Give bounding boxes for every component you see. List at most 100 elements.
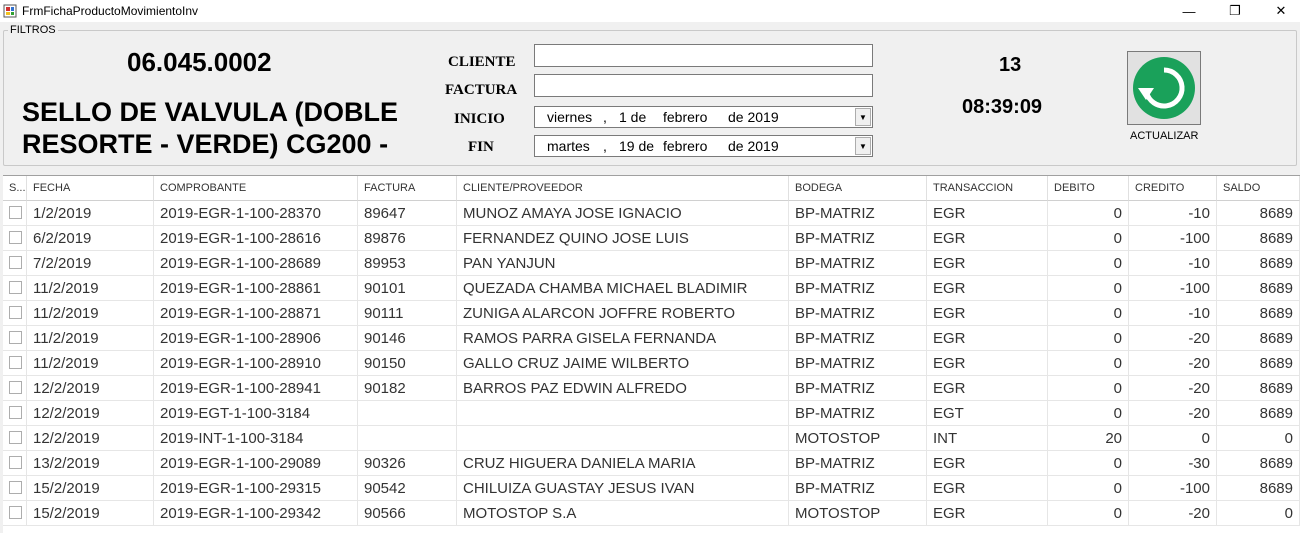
cell-factura[interactable]: [358, 426, 457, 451]
table-row[interactable]: 11/2/2019 2019-EGR-1-100-28861 90101 QUEZAD…: [3, 276, 1300, 301]
row-select-cell[interactable]: [3, 251, 27, 276]
table-row[interactable]: 15/2/2019 2019-EGR-1-100-29315 90542 CHILUI…: [3, 476, 1300, 501]
header-select[interactable]: S...: [3, 176, 27, 201]
row-checkbox[interactable]: [9, 481, 22, 494]
chevron-down-icon[interactable]: ▼: [855, 108, 871, 126]
cell-bodega[interactable]: BP-MATRIZ: [789, 476, 927, 501]
cell-transaccion[interactable]: EGR: [927, 226, 1048, 251]
row-checkbox[interactable]: [9, 231, 22, 244]
cell-fecha[interactable]: 11/2/2019: [27, 276, 154, 301]
cell-bodega[interactable]: MOTOSTOP: [789, 501, 927, 526]
cell-debito[interactable]: 0: [1048, 301, 1129, 326]
cell-bodega[interactable]: BP-MATRIZ: [789, 326, 927, 351]
cell-cliente[interactable]: PAN YANJUN: [457, 251, 789, 276]
header-bodega[interactable]: BODEGA: [789, 176, 927, 201]
row-checkbox[interactable]: [9, 506, 22, 519]
chevron-down-icon[interactable]: ▼: [855, 137, 871, 155]
cell-debito[interactable]: 0: [1048, 201, 1129, 226]
cell-credito[interactable]: -30: [1129, 451, 1217, 476]
cell-fecha[interactable]: 1/2/2019: [27, 201, 154, 226]
row-checkbox[interactable]: [9, 381, 22, 394]
cell-fecha[interactable]: 12/2/2019: [27, 426, 154, 451]
cell-fecha[interactable]: 12/2/2019: [27, 376, 154, 401]
cell-credito[interactable]: -10: [1129, 301, 1217, 326]
header-fecha[interactable]: FECHA: [27, 176, 154, 201]
table-row[interactable]: 6/2/2019 2019-EGR-1-100-28616 89876 FERNAND…: [3, 226, 1300, 251]
table-row[interactable]: 12/2/2019 2019-EGT-1-100-3184 BP-MATRIZ EGT…: [3, 401, 1300, 426]
minimize-button[interactable]: —: [1166, 0, 1212, 22]
row-select-cell[interactable]: [3, 501, 27, 526]
row-select-cell[interactable]: [3, 451, 27, 476]
cell-saldo[interactable]: 8689: [1217, 251, 1300, 276]
cell-transaccion[interactable]: EGR: [927, 376, 1048, 401]
cell-comprobante[interactable]: 2019-EGR-1-100-28370: [154, 201, 358, 226]
cell-debito[interactable]: 0: [1048, 401, 1129, 426]
cell-transaccion[interactable]: EGR: [927, 201, 1048, 226]
row-select-cell[interactable]: [3, 376, 27, 401]
cell-comprobante[interactable]: 2019-EGR-1-100-28941: [154, 376, 358, 401]
factura-input[interactable]: [534, 74, 873, 97]
cell-fecha[interactable]: 15/2/2019: [27, 501, 154, 526]
row-select-cell[interactable]: [3, 351, 27, 376]
cell-fecha[interactable]: 11/2/2019: [27, 326, 154, 351]
cell-debito[interactable]: 0: [1048, 476, 1129, 501]
row-select-cell[interactable]: [3, 301, 27, 326]
table-row[interactable]: 7/2/2019 2019-EGR-1-100-28689 89953 PAN YAN…: [3, 251, 1300, 276]
table-row[interactable]: 11/2/2019 2019-EGR-1-100-28910 90150 GALLO …: [3, 351, 1300, 376]
movements-grid[interactable]: S... FECHA COMPROBANTE FACTURA CLIENTE/P…: [3, 175, 1300, 533]
cell-debito[interactable]: 0: [1048, 226, 1129, 251]
row-checkbox[interactable]: [9, 281, 22, 294]
cell-credito[interactable]: -10: [1129, 201, 1217, 226]
cell-factura[interactable]: 90150: [358, 351, 457, 376]
cell-credito[interactable]: -20: [1129, 326, 1217, 351]
fin-date-picker[interactable]: martes , 19 de febrero de 2019 ▼: [534, 135, 873, 157]
cell-fecha[interactable]: 6/2/2019: [27, 226, 154, 251]
cell-factura[interactable]: 90101: [358, 276, 457, 301]
cell-comprobante[interactable]: 2019-EGR-1-100-28689: [154, 251, 358, 276]
cell-saldo[interactable]: 8689: [1217, 201, 1300, 226]
cell-cliente[interactable]: [457, 426, 789, 451]
row-select-cell[interactable]: [3, 276, 27, 301]
cell-debito[interactable]: 20: [1048, 426, 1129, 451]
cell-cliente[interactable]: QUEZADA CHAMBA MICHAEL BLADIMIR: [457, 276, 789, 301]
cell-credito[interactable]: -20: [1129, 376, 1217, 401]
cell-saldo[interactable]: 8689: [1217, 351, 1300, 376]
header-factura[interactable]: FACTURA: [358, 176, 457, 201]
cell-cliente[interactable]: FERNANDEZ QUINO JOSE LUIS: [457, 226, 789, 251]
table-row[interactable]: 13/2/2019 2019-EGR-1-100-29089 90326 CRUZ H…: [3, 451, 1300, 476]
cell-saldo[interactable]: 8689: [1217, 226, 1300, 251]
cell-bodega[interactable]: BP-MATRIZ: [789, 401, 927, 426]
cell-comprobante[interactable]: 2019-EGR-1-100-29342: [154, 501, 358, 526]
cell-factura[interactable]: 89953: [358, 251, 457, 276]
cliente-input[interactable]: [534, 44, 873, 67]
table-row[interactable]: 12/2/2019 2019-EGR-1-100-28941 90182 BARROS…: [3, 376, 1300, 401]
cell-factura[interactable]: 89876: [358, 226, 457, 251]
row-select-cell[interactable]: [3, 201, 27, 226]
cell-credito[interactable]: -20: [1129, 351, 1217, 376]
cell-bodega[interactable]: BP-MATRIZ: [789, 301, 927, 326]
cell-bodega[interactable]: BP-MATRIZ: [789, 226, 927, 251]
header-credito[interactable]: CREDITO: [1129, 176, 1217, 201]
cell-cliente[interactable]: CHILUIZA GUASTAY JESUS IVAN: [457, 476, 789, 501]
cell-bodega[interactable]: BP-MATRIZ: [789, 351, 927, 376]
row-checkbox[interactable]: [9, 406, 22, 419]
cell-debito[interactable]: 0: [1048, 326, 1129, 351]
maximize-button[interactable]: ❐: [1212, 0, 1258, 22]
cell-credito[interactable]: -20: [1129, 501, 1217, 526]
cell-cliente[interactable]: GALLO CRUZ JAIME WILBERTO: [457, 351, 789, 376]
cell-debito[interactable]: 0: [1048, 501, 1129, 526]
cell-transaccion[interactable]: EGR: [927, 451, 1048, 476]
cell-credito[interactable]: -20: [1129, 401, 1217, 426]
cell-factura[interactable]: 90146: [358, 326, 457, 351]
header-cliente[interactable]: CLIENTE/PROVEEDOR: [457, 176, 789, 201]
cell-saldo[interactable]: 8689: [1217, 401, 1300, 426]
table-row[interactable]: 11/2/2019 2019-EGR-1-100-28906 90146 RAMOS …: [3, 326, 1300, 351]
row-checkbox[interactable]: [9, 431, 22, 444]
cell-transaccion[interactable]: EGR: [927, 476, 1048, 501]
row-select-cell[interactable]: [3, 326, 27, 351]
header-saldo[interactable]: SALDO: [1217, 176, 1300, 201]
header-comprobante[interactable]: COMPROBANTE: [154, 176, 358, 201]
row-checkbox[interactable]: [9, 256, 22, 269]
cell-saldo[interactable]: 8689: [1217, 476, 1300, 501]
cell-bodega[interactable]: MOTOSTOP: [789, 426, 927, 451]
